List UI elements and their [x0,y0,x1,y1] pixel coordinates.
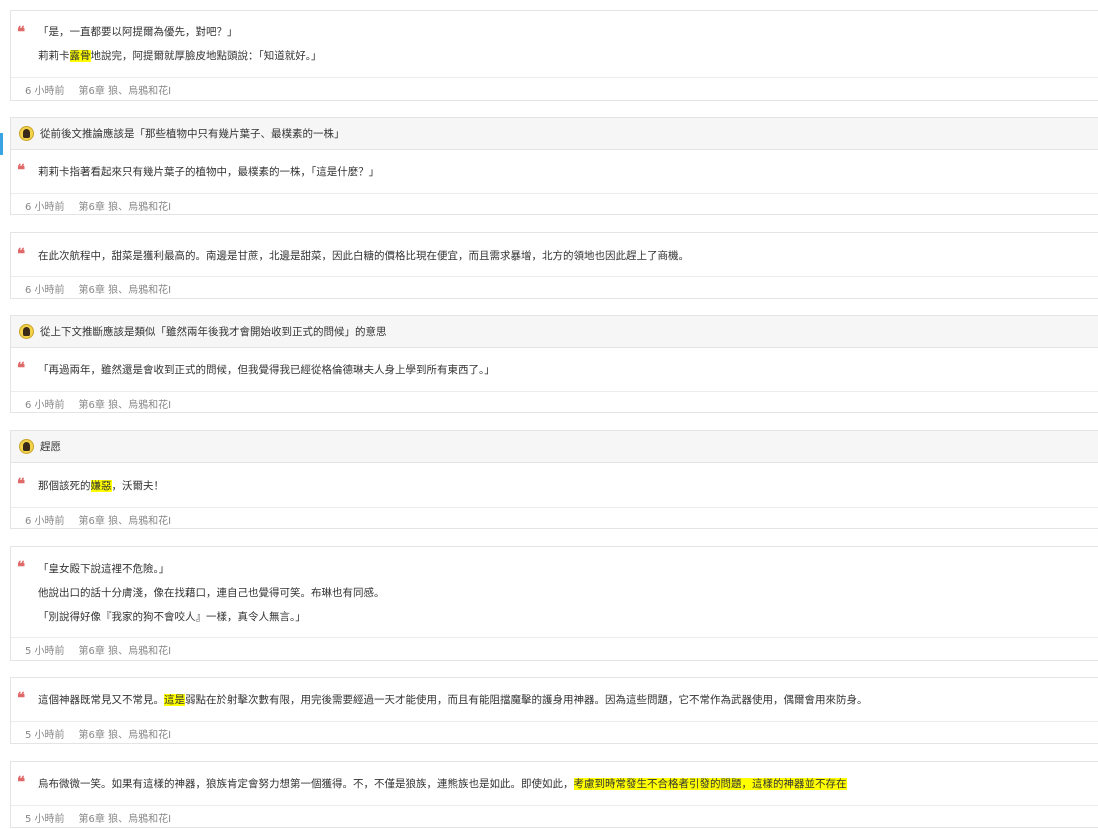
comment-footer: 6 小時前 第6章 狼、烏鴉和花I [11,77,1098,100]
quote-line: 莉莉卡指著看起來只有幾片葉子的植物中，最樸素的一株，「這是什麼？」 [38,166,380,178]
timestamp: 6 小時前 [25,85,65,97]
quote-line: 「皇女殿下說這裡不危險。」 [38,563,170,575]
quote-body: ❝ 「再過兩年，雖然還是會收到正式的問候，但我覺得我已經從格倫德琳夫人身上學到所… [11,348,1098,391]
quote-icon: ❝ [17,359,26,377]
comment-footer: 5 小時前 第6章 狼、烏鴉和花I [11,805,1098,828]
quote-line: 這個神器既常見又不常見。這是弱點在於射擊次數有限，用完後需要經過一天才能使用，而… [38,694,868,706]
quote-body: ❝ 莉莉卡指著看起來只有幾片葉子的植物中，最樸素的一株，「這是什麼？」 [11,150,1098,193]
chapter-link[interactable]: 第6章 狼、烏鴉和花I [79,810,172,825]
comment-footer: 6 小時前 第6章 狼、烏鴉和花I [11,193,1098,216]
chapter-link[interactable]: 第6章 狼、烏鴉和花I [79,512,172,527]
comment-footer: 6 小時前 第6章 狼、烏鴉和花I [11,276,1098,299]
timestamp: 6 小時前 [25,515,65,527]
quote-icon: ❝ [17,689,26,707]
avatar[interactable] [19,439,34,454]
timestamp: 6 小時前 [25,284,65,296]
quote-line: 烏布微微一笑。如果有這樣的神器，狼族肯定會努力想第一個獲得。不，不僅是狼族，連熊… [38,778,847,790]
quote-icon: ❝ [17,161,26,179]
comment-card[interactable]: ❝ 「皇女殿下說這裡不危險。」 他說出口的話十分膚淺，像在找藉口，連自己也覺得可… [10,546,1098,661]
quote-line: 「別說得好像『我家的狗不會咬人』一樣，真令人無言。」 [38,611,306,623]
quote-line: 他說出口的話十分膚淺，像在找藉口，連自己也覺得可笑。布琳也有同感。 [38,587,385,599]
quote-icon: ❝ [17,773,26,791]
comment-footer: 5 小時前 第6章 狼、烏鴉和花I [11,721,1098,744]
timestamp: 5 小時前 [25,645,65,657]
timestamp: 6 小時前 [25,201,65,213]
active-indicator [0,133,3,155]
chapter-link[interactable]: 第6章 狼、烏鴉和花I [79,198,172,213]
comment-card[interactable]: ❝ 這個神器既常見又不常見。這是弱點在於射擊次數有限，用完後需要經過一天才能使用… [10,677,1098,744]
chapter-link[interactable]: 第6章 狼、烏鴉和花I [79,281,172,296]
note-text: 趕愿 [40,441,61,453]
quote-line: 莉莉卡露骨地說完，阿提爾就厚臉皮地點頭說：「知道就好。」 [38,50,322,62]
timestamp: 5 小時前 [25,813,65,825]
avatar[interactable] [19,126,34,141]
chapter-link[interactable]: 第6章 狼、烏鴉和花I [79,396,172,411]
comment-card[interactable]: ❝ 在此次航程中，甜菜是獲利最高的。南邊是甘蔗，北邊是甜菜，因此白糖的價格比現在… [10,232,1098,299]
annotation-note: 趕愿 [11,431,1098,463]
chapter-link[interactable]: 第6章 狼、烏鴉和花I [79,82,172,97]
comment-footer: 6 小時前 第6章 狼、烏鴉和花I [11,391,1098,414]
quote-line: 在此次航程中，甜菜是獲利最高的。南邊是甘蔗，北邊是甜菜，因此白糖的價格比現在便宜… [38,250,689,262]
comment-footer: 5 小時前 第6章 狼、烏鴉和花I [11,637,1098,660]
comment-card[interactable]: 趕愿 ❝ 那個該死的嫌惡，沃爾夫！ 6 小時前 第6章 狼、烏鴉和花I [10,430,1098,529]
quote-body: ❝ 這個神器既常見又不常見。這是弱點在於射擊次數有限，用完後需要經過一天才能使用… [11,678,1098,721]
comment-card[interactable]: 從前後文推論應該是「那些植物中只有幾片葉子、最樸素的一株」 ❝ 莉莉卡指著看起來… [10,117,1098,215]
quote-icon: ❝ [17,558,26,576]
quote-icon: ❝ [17,23,26,41]
quote-icon: ❝ [17,475,26,493]
annotation-note: 從前後文推論應該是「那些植物中只有幾片葉子、最樸素的一株」 [11,118,1098,150]
chapter-link[interactable]: 第6章 狼、烏鴉和花I [79,726,172,741]
quote-line: 「是，一直都要以阿提爾為優先，對吧？」 [38,26,238,38]
comment-card[interactable]: 從上下文推斷應該是類似「雖然兩年後我才會開始收到正式的問候」的意思 ❝ 「再過兩… [10,315,1098,413]
note-text: 從前後文推論應該是「那些植物中只有幾片葉子、最樸素的一株」 [40,128,345,140]
annotation-note: 從上下文推斷應該是類似「雖然兩年後我才會開始收到正式的問候」的意思 [11,316,1098,348]
quote-line: 「再過兩年，雖然還是會收到正式的問候，但我覺得我已經從格倫德琳夫人身上學到所有東… [38,364,495,376]
timestamp: 6 小時前 [25,399,65,411]
quote-body: ❝ 烏布微微一笑。如果有這樣的神器，狼族肯定會努力想第一個獲得。不，不僅是狼族，… [11,762,1098,805]
quote-body: ❝ 「是，一直都要以阿提爾為優先，對吧？」 莉莉卡露骨地說完，阿提爾就厚臉皮地點… [11,11,1098,77]
timestamp: 5 小時前 [25,729,65,741]
chapter-link[interactable]: 第6章 狼、烏鴉和花I [79,642,172,657]
quote-line: 那個該死的嫌惡，沃爾夫！ [38,480,164,492]
quote-body: ❝ 在此次航程中，甜菜是獲利最高的。南邊是甘蔗，北邊是甜菜，因此白糖的價格比現在… [11,233,1098,276]
comment-card[interactable]: ❝ 烏布微微一笑。如果有這樣的神器，狼族肯定會努力想第一個獲得。不，不僅是狼族，… [10,761,1098,828]
quote-body: ❝ 那個該死的嫌惡，沃爾夫！ [11,463,1098,507]
note-text: 從上下文推斷應該是類似「雖然兩年後我才會開始收到正式的問候」的意思 [40,326,387,338]
quote-body: ❝ 「皇女殿下說這裡不危險。」 他說出口的話十分膚淺，像在找藉口，連自己也覺得可… [11,547,1098,637]
avatar[interactable] [19,324,34,339]
comment-footer: 6 小時前 第6章 狼、烏鴉和花I [11,507,1098,530]
comment-card[interactable]: ❝ 「是，一直都要以阿提爾為優先，對吧？」 莉莉卡露骨地說完，阿提爾就厚臉皮地點… [10,10,1098,101]
quote-icon: ❝ [17,245,26,263]
